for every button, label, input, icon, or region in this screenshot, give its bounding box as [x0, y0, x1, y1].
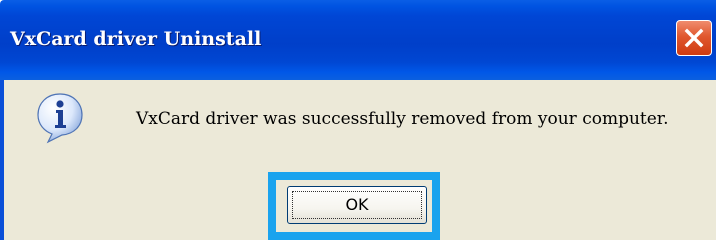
info-icon: [37, 93, 83, 144]
close-button[interactable]: [676, 20, 712, 56]
ok-button[interactable]: OK: [287, 186, 427, 224]
close-icon: [684, 28, 704, 48]
dialog-message: VxCard driver was successfully removed f…: [136, 109, 669, 129]
dialog-window: VxCard driver Uninstall VxCard driver wa…: [0, 0, 716, 240]
dialog-title: VxCard driver Uninstall: [10, 28, 262, 50]
title-bar[interactable]: VxCard driver Uninstall: [0, 0, 716, 80]
ok-button-label: OK: [345, 195, 369, 214]
